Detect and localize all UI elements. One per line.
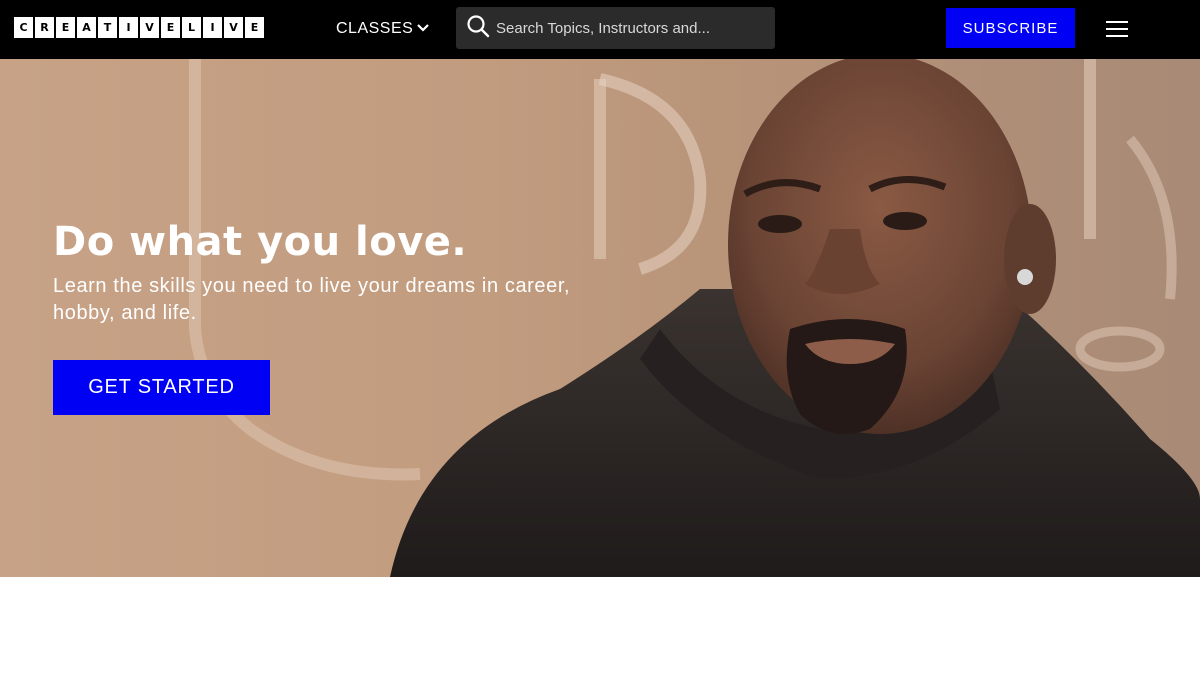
logo-letter: C <box>14 17 33 38</box>
logo-letter: L <box>182 17 201 38</box>
search-icon[interactable] <box>466 14 490 43</box>
logo-letter: A <box>77 17 96 38</box>
hero-headline: Do what you love. <box>53 219 468 265</box>
logo-letter: E <box>161 17 180 38</box>
logo-letter: V <box>140 17 159 38</box>
subscribe-button[interactable]: SUBSCRIBE <box>946 8 1075 48</box>
get-started-button[interactable]: GET STARTED <box>53 360 270 415</box>
logo-letter: R <box>35 17 54 38</box>
hero-banner: Do what you love. Learn the skills you n… <box>0 59 1200 577</box>
logo-letter: E <box>245 17 264 38</box>
top-navigation-bar: C R E A T I V E L I V E CLASSES SUBSCRIB… <box>0 0 1200 59</box>
logo-letter: E <box>56 17 75 38</box>
logo-letter: I <box>119 17 138 38</box>
logo-letter: V <box>224 17 243 38</box>
search-bar[interactable] <box>456 7 775 49</box>
creativelive-logo[interactable]: C R E A T I V E L I V E <box>14 17 264 38</box>
hamburger-menu-icon[interactable] <box>1104 18 1130 40</box>
search-input[interactable] <box>496 19 766 37</box>
logo-letter: T <box>98 17 117 38</box>
logo-letter: I <box>203 17 222 38</box>
classes-label: CLASSES <box>336 20 414 37</box>
hero-subheadline: Learn the skills you need to live your d… <box>53 275 571 324</box>
chevron-down-icon <box>417 20 430 38</box>
classes-dropdown[interactable]: CLASSES <box>336 17 430 41</box>
